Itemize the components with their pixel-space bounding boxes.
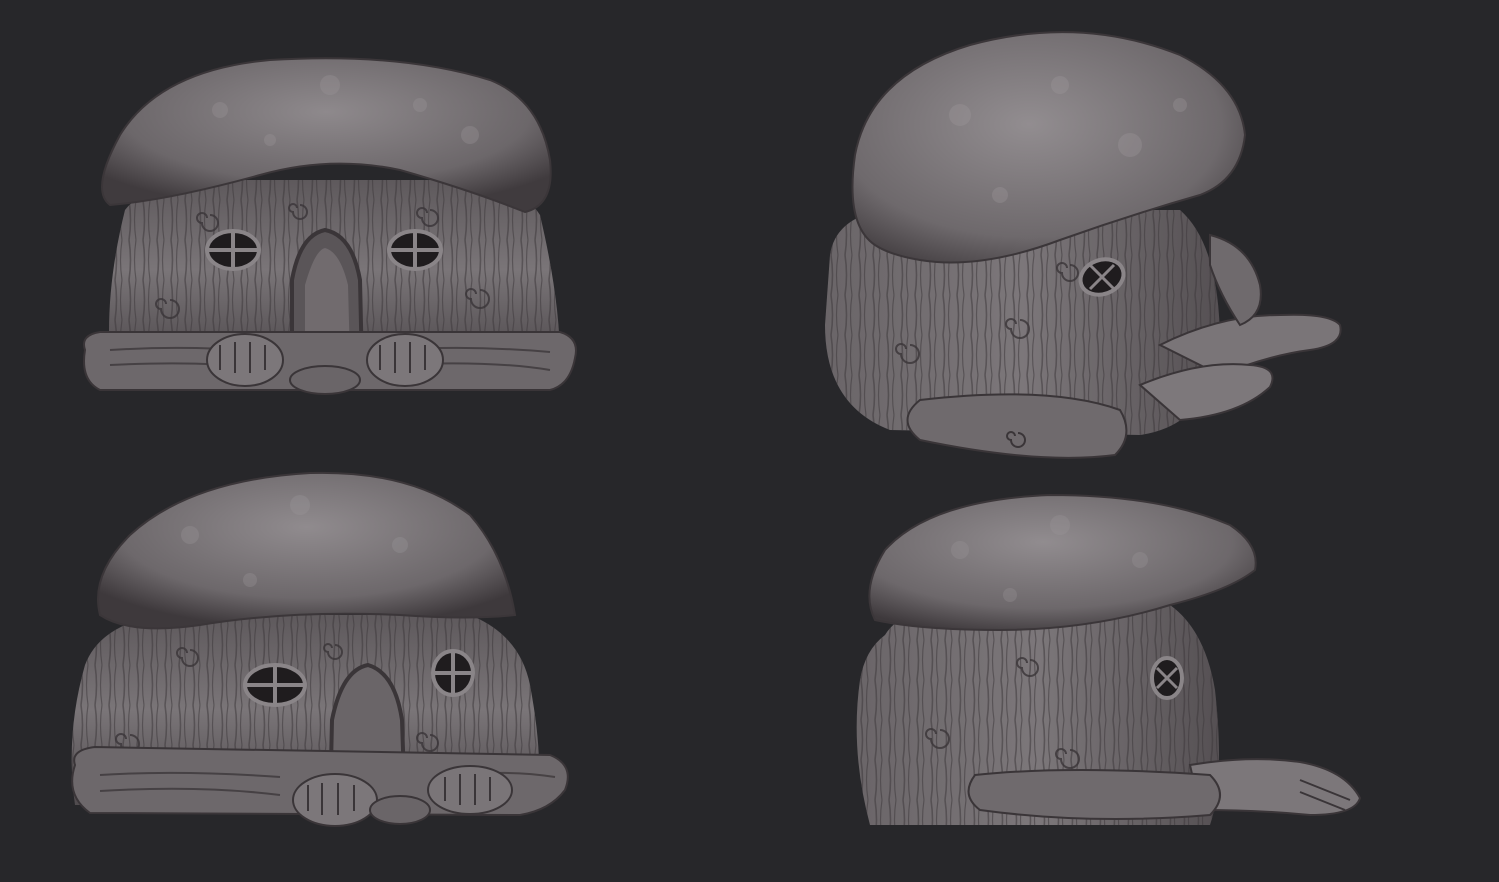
three-quarter-left-view-sculpt bbox=[71, 471, 569, 827]
mushroom-cap bbox=[97, 471, 517, 630]
window-left bbox=[205, 229, 261, 271]
log-base bbox=[967, 769, 1221, 820]
window-right bbox=[387, 229, 443, 271]
left-hand bbox=[206, 333, 284, 387]
log-base bbox=[906, 393, 1128, 459]
window bbox=[1150, 656, 1184, 700]
sculpt-render-canvas bbox=[0, 0, 1499, 882]
window-left bbox=[243, 663, 307, 707]
right-hand bbox=[366, 333, 444, 387]
side-view-sculpt bbox=[856, 493, 1362, 825]
mushroom-cap bbox=[868, 493, 1257, 632]
front-view-sculpt bbox=[83, 57, 577, 395]
mushroom-house-three-quarter-left-view bbox=[50, 465, 590, 875]
mushroom-house-three-quarter-view bbox=[800, 15, 1400, 475]
mushroom-house-front-view bbox=[70, 40, 590, 420]
window-right bbox=[431, 649, 475, 697]
mushroom-house-side-view bbox=[830, 480, 1390, 850]
three-quarter-view-sculpt bbox=[825, 31, 1342, 459]
